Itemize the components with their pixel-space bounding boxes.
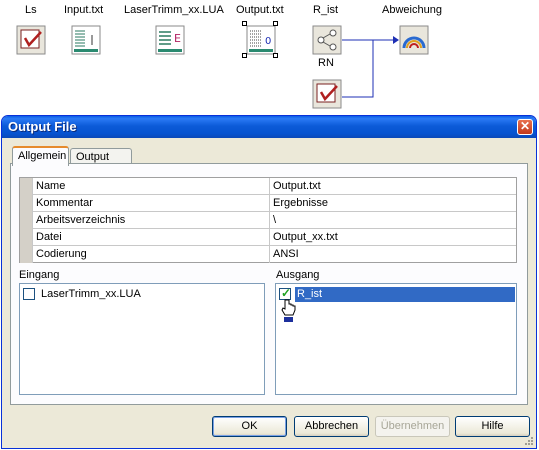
node-input-txt[interactable]: Input.txt bbox=[62, 4, 112, 56]
property-row-name[interactable]: Name Output.txt bbox=[20, 178, 516, 195]
close-button[interactable]: ✕ bbox=[517, 119, 533, 135]
ok-button[interactable]: OK bbox=[212, 416, 287, 437]
apply-button[interactable]: Übernehmen bbox=[375, 416, 450, 437]
selection-handle[interactable] bbox=[273, 21, 278, 26]
property-name: Datei bbox=[32, 229, 270, 246]
row-gutter bbox=[20, 229, 32, 246]
branch-icon bbox=[312, 25, 342, 55]
cancel-button[interactable]: Abbrechen bbox=[294, 416, 369, 437]
output-file-icon: 0 bbox=[246, 25, 276, 55]
dialog-title-bar[interactable]: Output File ✕ bbox=[2, 116, 536, 138]
property-row-datei[interactable]: Datei Output_xx.txt bbox=[20, 229, 516, 246]
apply-button-label: Übernehmen bbox=[380, 420, 445, 432]
rule-check-icon bbox=[312, 79, 342, 109]
ausgang-listbox[interactable]: ✓ R_ist bbox=[275, 283, 517, 395]
property-value[interactable]: \ bbox=[270, 212, 516, 229]
node-ls[interactable]: Ls bbox=[14, 4, 46, 56]
list-item[interactable]: LaserTrimm_xx.LUA bbox=[23, 287, 255, 302]
item-checkbox[interactable] bbox=[23, 288, 35, 300]
selection-handle[interactable] bbox=[242, 21, 247, 26]
row-gutter bbox=[20, 178, 32, 195]
property-row-codierung[interactable]: Codierung ANSI bbox=[20, 246, 516, 263]
list-item[interactable]: ✓ R_ist bbox=[279, 286, 515, 302]
eingang-listbox[interactable]: LaserTrimm_xx.LUA bbox=[19, 283, 265, 395]
node-rn[interactable]: RN bbox=[310, 57, 344, 112]
gauge-chart-icon bbox=[399, 25, 429, 55]
row-gutter bbox=[20, 246, 32, 263]
row-gutter bbox=[20, 195, 32, 212]
cancel-button-label: Abbrechen bbox=[304, 420, 359, 432]
script-file-icon: E bbox=[155, 25, 185, 55]
help-button[interactable]: Hilfe bbox=[455, 416, 530, 437]
ok-button-label: OK bbox=[241, 420, 258, 432]
property-name: Kommentar bbox=[32, 195, 270, 212]
help-button-label: Hilfe bbox=[481, 420, 504, 432]
property-name: Name bbox=[32, 178, 270, 195]
property-value[interactable]: Output_xx.txt bbox=[270, 229, 516, 246]
output-file-dialog: Output File ✕ Allgemein Output File Name… bbox=[1, 115, 537, 449]
property-value[interactable]: Output.txt bbox=[270, 178, 516, 195]
svg-text:0: 0 bbox=[265, 36, 271, 47]
node-label: LaserTrimm_xx.LUA bbox=[124, 4, 224, 16]
node-label: Input.txt bbox=[64, 4, 104, 16]
rule-check-icon bbox=[16, 25, 46, 55]
selection-handle[interactable] bbox=[273, 53, 278, 58]
property-name: Arbeitsverzeichnis bbox=[32, 212, 270, 229]
item-label: LaserTrimm_xx.LUA bbox=[41, 288, 141, 300]
eingang-label: Eingang bbox=[19, 269, 60, 281]
item-label: R_ist bbox=[295, 287, 515, 302]
tab-allgemein[interactable]: Allgemein bbox=[12, 146, 69, 166]
tab-label: Allgemein bbox=[18, 150, 67, 162]
node-output-txt[interactable]: Output.txt 0 bbox=[234, 4, 290, 60]
selection-handle[interactable] bbox=[242, 53, 247, 58]
property-row-kommentar[interactable]: Kommentar Ergebnisse bbox=[20, 195, 516, 212]
property-row-arbeitsverzeichnis[interactable]: Arbeitsverzeichnis \ bbox=[20, 212, 516, 229]
property-value[interactable]: Ergebnisse bbox=[270, 195, 516, 212]
node-label: RN bbox=[318, 57, 334, 69]
node-label: Ls bbox=[25, 4, 37, 16]
node-label: Abweichung bbox=[382, 4, 442, 16]
dialog-title: Output File bbox=[8, 119, 77, 134]
hand-pointer-icon bbox=[281, 299, 296, 322]
property-value[interactable]: ANSI bbox=[270, 246, 516, 263]
node-label: Output.txt bbox=[236, 4, 284, 16]
text-file-icon bbox=[71, 25, 101, 55]
row-gutter bbox=[20, 212, 32, 229]
resize-grip-icon[interactable] bbox=[523, 435, 534, 446]
ausgang-label: Ausgang bbox=[276, 269, 320, 281]
property-name: Codierung bbox=[32, 246, 270, 263]
node-abweichung[interactable]: Abweichung bbox=[382, 4, 446, 56]
node-label: R_ist bbox=[313, 4, 339, 16]
property-grid: Name Output.txt Kommentar Ergebnisse Arb… bbox=[19, 177, 517, 263]
node-lasertrimm-lua[interactable]: LaserTrimm_xx.LUA E bbox=[122, 4, 224, 56]
node-r-ist[interactable]: R_ist bbox=[310, 4, 344, 56]
svg-text:E: E bbox=[174, 32, 181, 45]
close-icon: ✕ bbox=[519, 119, 531, 133]
flow-canvas[interactable]: Ls Input.txt LaserTrimm_xx.LUA E Output.… bbox=[0, 0, 539, 112]
